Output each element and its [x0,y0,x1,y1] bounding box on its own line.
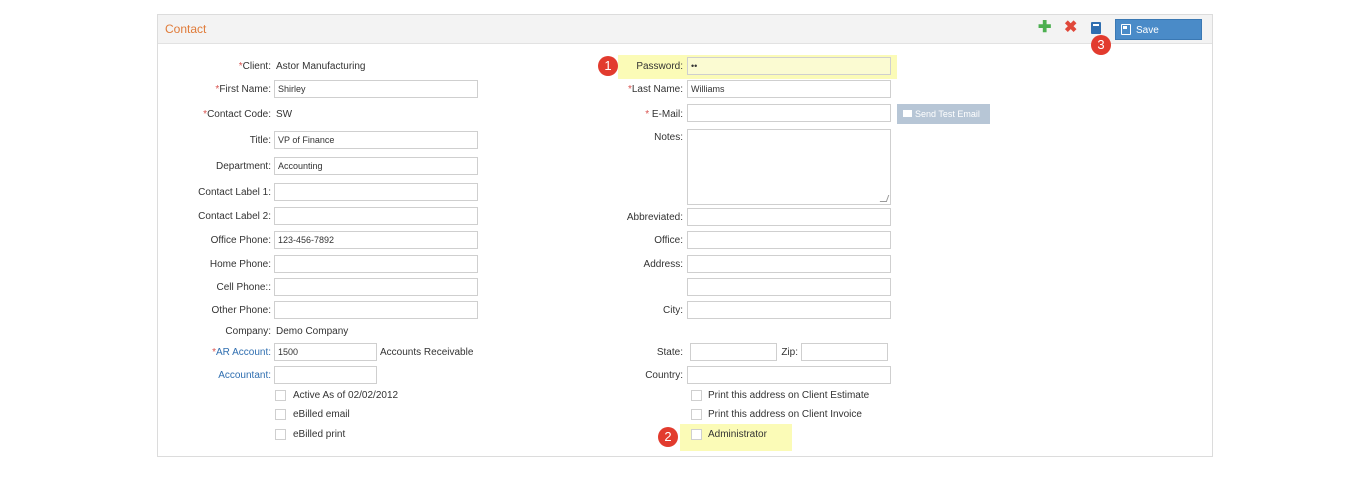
company-label: Company: [225,326,271,337]
country-label: Country: [645,370,683,381]
print-estimate-checkbox[interactable] [691,390,702,401]
home-phone-input[interactable] [274,255,478,273]
email-input[interactable] [687,104,891,122]
accountant-label[interactable]: Accountant: [160,370,271,382]
client-value: Astor Manufacturing [276,61,366,72]
accountant-input[interactable] [274,366,377,384]
envelope-icon [903,110,912,117]
send-test-email-button[interactable]: Send Test Email [897,104,990,124]
address-input-line-2[interactable] [687,278,891,296]
ebilled-email-checkbox[interactable] [275,409,286,420]
office-phone-input[interactable]: 123-456-7892 [274,231,478,249]
administrator-checkbox[interactable] [691,429,702,440]
x-icon[interactable]: ✖ [1064,18,1077,38]
address-label: Address: [643,259,683,270]
print-invoice-checkbox[interactable] [691,409,702,420]
title-label: Title: [249,135,271,146]
active-checkbox[interactable] [275,390,286,401]
first-name-label: *First Name: [215,84,271,95]
other-phone-label: Other Phone: [211,305,271,316]
company-value: Demo Company [276,326,349,337]
panel-title: Contact [165,22,207,36]
country-input[interactable] [687,366,891,384]
password-label: Password: [636,61,683,72]
client-label: *Client: [238,61,271,72]
ebilled-print-label: eBilled print [293,429,346,440]
password-input[interactable]: •• [687,57,891,75]
department-input[interactable]: Accounting [274,157,478,175]
office-phone-label: Office Phone: [210,235,271,246]
contact-label-1-input[interactable] [274,183,478,201]
home-phone-label: Home Phone: [209,259,271,270]
city-label: City: [663,305,683,316]
first-name-input[interactable]: Shirley [274,80,478,98]
save-changes-button[interactable]: Save Changes [1115,19,1202,57]
zip-label: Zip: [781,347,798,358]
office-label: Office: [654,235,683,246]
email-label: * E-Mail: [645,109,683,120]
abbreviated-label: Abbreviated: [626,212,683,223]
abbreviated-input[interactable] [687,208,891,226]
state-label: State: [656,347,683,358]
city-input[interactable] [687,301,891,319]
office-input[interactable] [687,231,891,249]
notes-label: Notes: [654,132,683,143]
resize-grip-icon[interactable] [879,195,890,202]
cell-phone-input[interactable] [274,278,478,296]
ebilled-print-checkbox[interactable] [275,429,286,440]
zip-input[interactable] [801,343,888,361]
notes-textarea[interactable] [687,129,891,205]
title-input[interactable]: VP of Finance [274,131,478,149]
callout-badge-2: 2 [658,427,678,447]
callout-badge-3: 3 [1091,35,1111,55]
department-label: Department: [215,161,271,172]
save-changes-label: Save Changes [1136,25,1177,57]
contact-code-label: *Contact Code: [203,109,271,120]
send-test-email-label: Send Test Email [915,109,980,119]
last-name-input[interactable]: Williams [687,80,891,98]
contact-label-2-input[interactable] [274,207,478,225]
address-input-line-1[interactable] [687,255,891,273]
ar-account-label[interactable]: *AR Account: [160,347,271,359]
print-invoice-label: Print this address on Client Invoice [708,409,862,420]
active-checkbox-label: Active As of 02/02/2012 [293,390,399,401]
ar-account-description: Accounts Receivable [380,347,474,358]
save-icon [1121,24,1131,35]
print-estimate-label: Print this address on Client Estimate [708,390,870,401]
other-phone-input[interactable] [274,301,478,319]
cell-phone-label: Cell Phone:: [216,282,271,293]
ar-account-input[interactable]: 1500 [274,343,377,361]
ebilled-email-label: eBilled email [293,409,350,420]
last-name-label: *Last Name: [627,84,683,95]
plus-icon[interactable]: ✚ [1038,18,1051,38]
administrator-label: Administrator [708,429,767,440]
state-input[interactable] [690,343,777,361]
contact-label-2-label: Contact Label 2: [198,211,271,222]
panel-header: Contact ✚ ✖ Save Changes [158,15,1212,57]
contact-code-value: SW [276,109,293,120]
contact-label-1-label: Contact Label 1: [198,187,271,198]
